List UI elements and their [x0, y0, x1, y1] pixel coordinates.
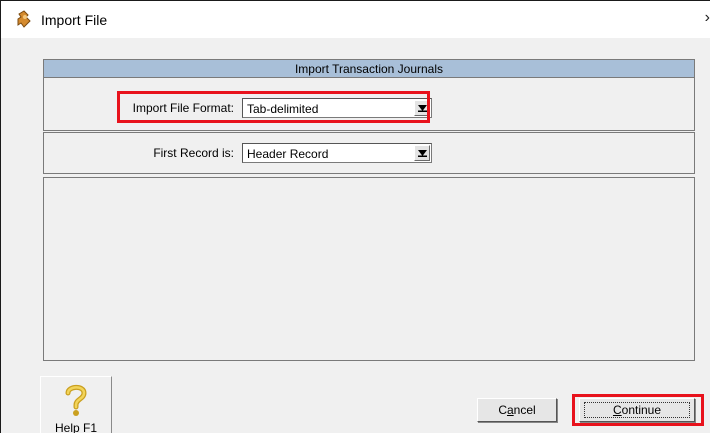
question-mark-icon	[63, 383, 89, 420]
title-bar: Import File ›	[0, 0, 710, 38]
first-record-label: First Record is:	[153, 146, 234, 160]
panel-header: Import Transaction Journals	[44, 60, 694, 78]
file-format-highlight	[117, 91, 430, 123]
window-title: Import File	[41, 12, 108, 28]
close-icon[interactable]: ›	[705, 10, 710, 26]
help-button[interactable]: Help F1	[40, 376, 112, 433]
preview-area	[43, 177, 695, 361]
first-record-row: First Record is: Header Record	[124, 143, 444, 163]
import-file-icon	[14, 9, 34, 29]
cancel-button[interactable]: Cancel	[477, 398, 557, 422]
first-record-value: Header Record	[247, 147, 329, 161]
first-record-select[interactable]: Header Record	[242, 143, 432, 163]
first-record-group: First Record is: Header Record	[43, 132, 695, 174]
help-label: Help F1	[54, 421, 98, 433]
continue-highlight	[572, 394, 704, 426]
chevron-down-icon[interactable]	[414, 145, 430, 161]
